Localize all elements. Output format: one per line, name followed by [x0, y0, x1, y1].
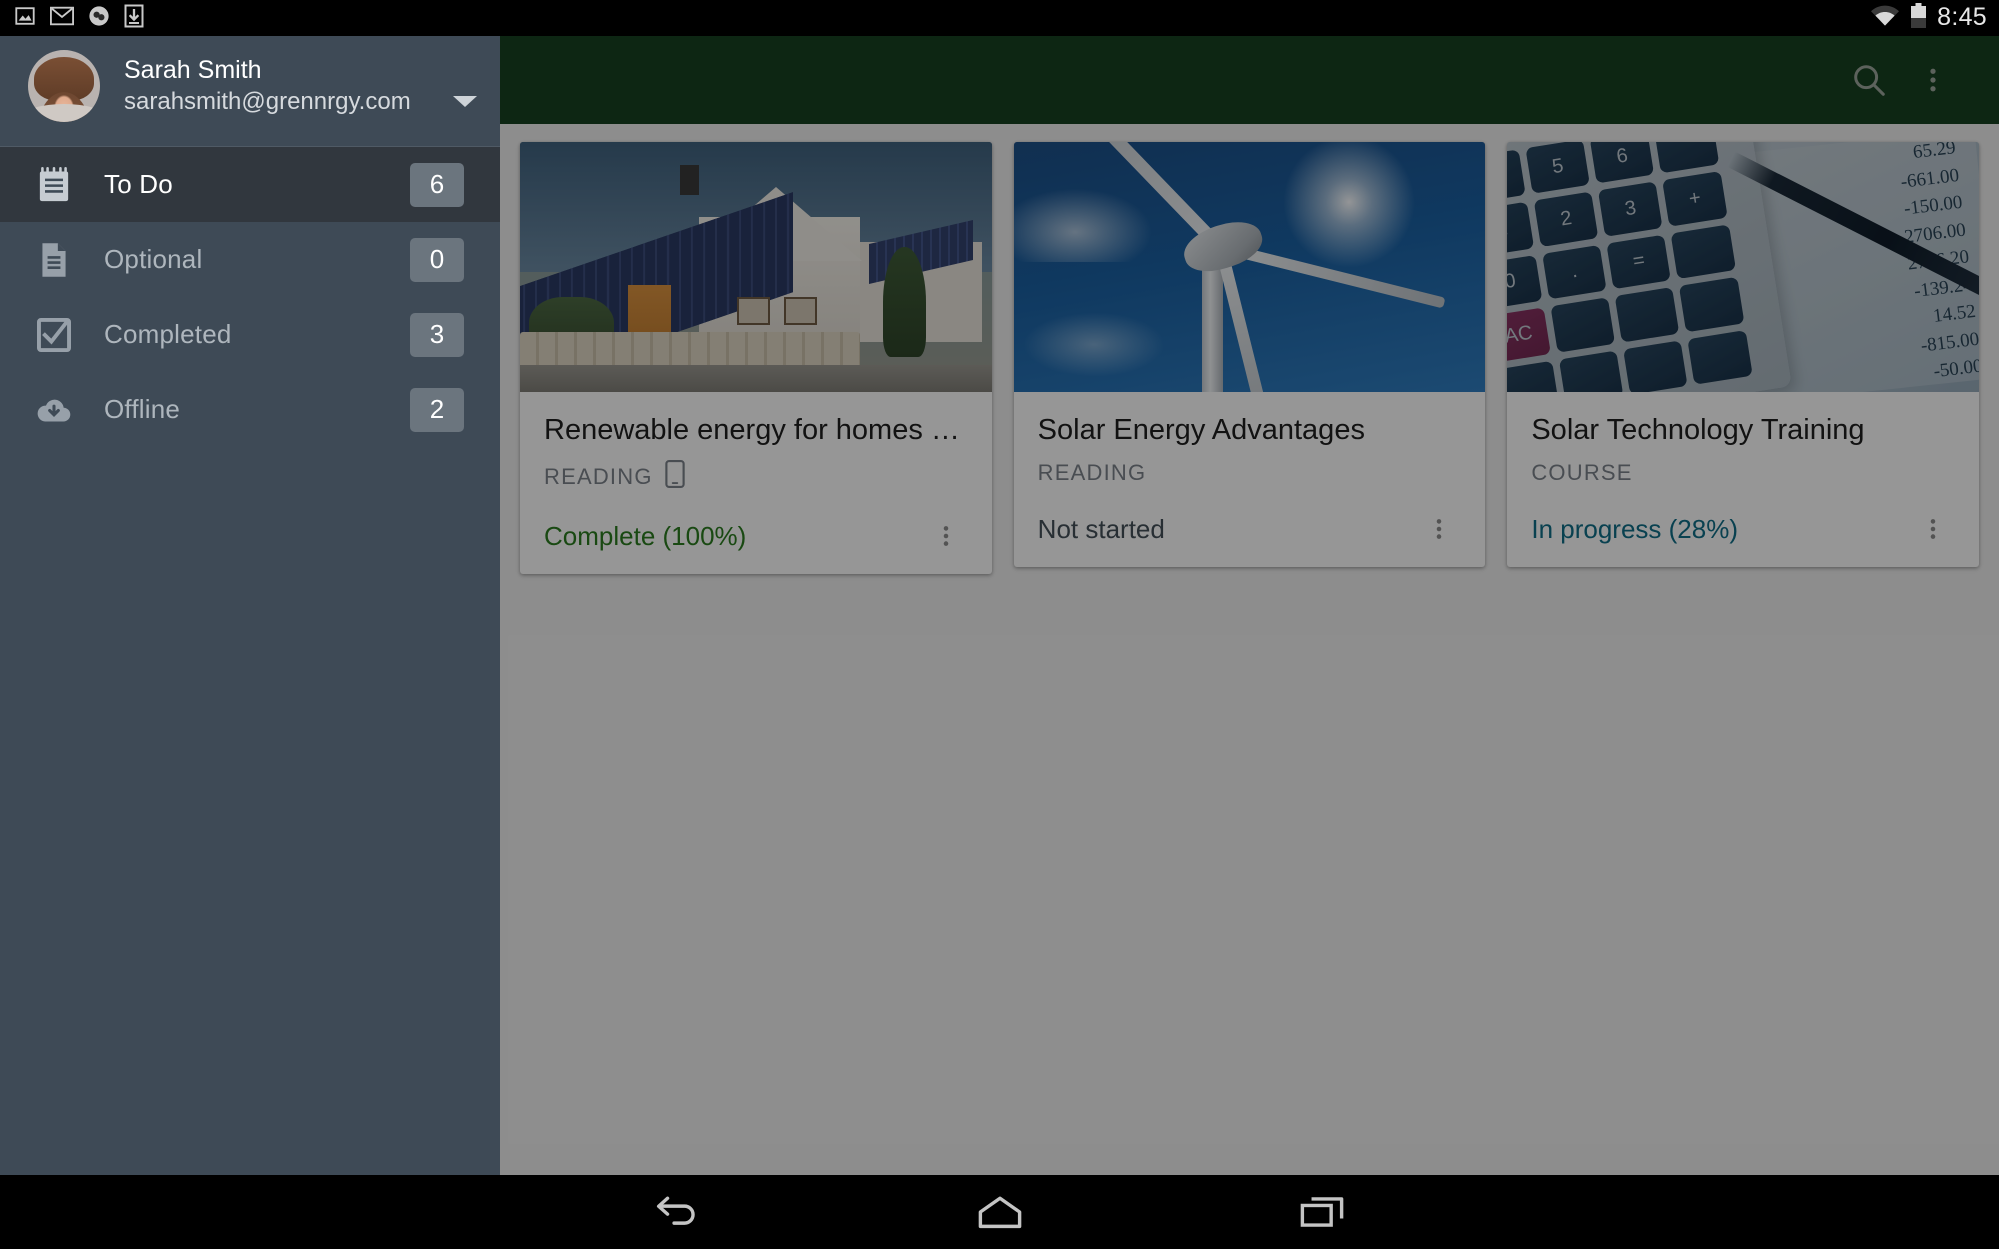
- sidebar-item-badge: 2: [410, 387, 464, 432]
- checkbox-checked-icon: [34, 315, 74, 355]
- account-name: Sarah Smith: [124, 55, 262, 84]
- home-icon[interactable]: [954, 1182, 1046, 1242]
- status-bar: 8:45: [0, 0, 1999, 36]
- recents-icon[interactable]: [1276, 1182, 1368, 1242]
- battery-icon: [1910, 2, 1927, 34]
- avatar[interactable]: [28, 50, 100, 122]
- account-text: Sarah Smith sarahsmith@grennrgy.com: [124, 55, 411, 116]
- system-navigation-bar: [0, 1175, 1999, 1249]
- wifi-icon: [1870, 5, 1900, 32]
- account-email: sarahsmith@grennrgy.com: [124, 88, 411, 116]
- android-tablet-screen: 8:45 Renewable energy for homes an… READ…: [0, 0, 1999, 1249]
- cloud-download-icon: [34, 390, 74, 430]
- status-clock: 8:45: [1937, 2, 1987, 31]
- back-arrow-icon[interactable]: [632, 1182, 724, 1242]
- document-icon: [34, 240, 74, 280]
- sidebar-item-label: Offline: [104, 394, 181, 424]
- download-icon: [124, 4, 144, 33]
- sidebar-item-label: Optional: [104, 244, 203, 274]
- sync-icon: [88, 5, 110, 32]
- sidebar-item-to-do[interactable]: To Do 6: [0, 147, 500, 222]
- sidebar-item-badge: 6: [410, 162, 464, 207]
- status-system-icons: 8:45: [1870, 2, 1999, 34]
- drawer-scrim-overlay[interactable]: [500, 36, 1999, 1175]
- image-icon: [14, 5, 36, 32]
- sidebar-item-badge: 0: [410, 237, 464, 282]
- navigation-drawer: Sarah Smith sarahsmith@grennrgy.com To D…: [0, 36, 500, 1175]
- chevron-down-icon[interactable]: [440, 58, 478, 115]
- sidebar-item-label: To Do: [104, 169, 173, 199]
- notepad-icon: [34, 165, 74, 205]
- sidebar-item-badge: 3: [410, 312, 464, 357]
- sidebar-item-completed[interactable]: Completed 3: [0, 297, 500, 372]
- mail-icon: [50, 6, 74, 31]
- sidebar-item-offline[interactable]: Offline 2: [0, 372, 500, 447]
- status-notification-icons: [0, 4, 144, 33]
- sidebar-item-label: Completed: [104, 319, 232, 349]
- sidebar-item-optional[interactable]: Optional 0: [0, 222, 500, 297]
- account-header[interactable]: Sarah Smith sarahsmith@grennrgy.com: [0, 36, 500, 136]
